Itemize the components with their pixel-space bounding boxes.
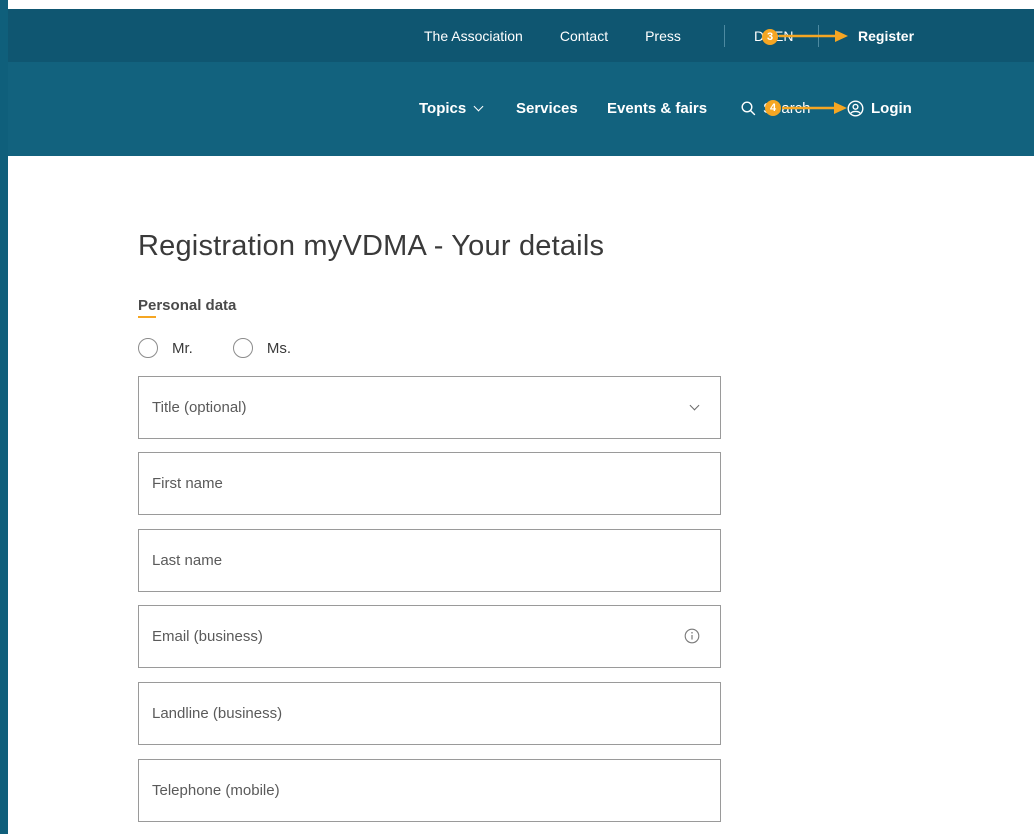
nav-link-contact[interactable]: Contact [560, 28, 608, 44]
annotation-marker-4: 4 [765, 100, 781, 116]
info-icon[interactable] [684, 628, 700, 649]
nav-events-label: Events & fairs [607, 100, 708, 117]
annotation-arrow-icon [782, 102, 847, 114]
page: The Association Contact Press D EN Regis… [0, 0, 1034, 834]
user-circle-icon [847, 100, 864, 117]
radio-circle[interactable] [232, 338, 253, 358]
nav-login-label: Login [871, 100, 912, 117]
radio-label-ms: Ms. [266, 339, 292, 357]
nav-link-press[interactable]: Press [645, 28, 681, 44]
nav-link-association[interactable]: The Association [424, 28, 523, 44]
main-nav: Topics Services Events & fairs Search Lo… [8, 62, 1034, 156]
title-select-value: Title (optional) [152, 399, 247, 416]
search-icon [741, 101, 756, 116]
nav-login-button[interactable]: Login [847, 100, 912, 117]
first-name-field-wrapper [138, 452, 721, 515]
section-underline [138, 316, 156, 318]
salutation-mr-radio[interactable]: Mr. [138, 338, 193, 358]
left-border [0, 0, 8, 834]
section-label-personal-data: Personal data [138, 297, 237, 314]
annotation-arrow-icon [779, 30, 848, 42]
header-utility-bar: The Association Contact Press D EN Regis… [8, 9, 1034, 62]
annotation-marker-3: 3 [762, 29, 778, 45]
nav-services-label: Services [516, 100, 578, 117]
site-header: The Association Contact Press D EN Regis… [8, 9, 1034, 156]
last-name-input[interactable] [139, 530, 720, 591]
title-select[interactable]: Title (optional) [138, 376, 721, 439]
utility-nav: The Association Contact Press [424, 9, 681, 62]
radio-circle[interactable] [138, 338, 158, 358]
register-link[interactable]: Register [858, 28, 914, 44]
salutation-radio-group: Mr. Ms. [138, 338, 331, 358]
utility-separator [724, 25, 725, 47]
first-name-input[interactable] [139, 453, 720, 514]
nav-topics-dropdown[interactable]: Topics [419, 100, 484, 117]
landline-input[interactable] [139, 683, 720, 744]
salutation-ms-radio[interactable]: Ms. [232, 338, 292, 358]
radio-label-mr: Mr. [172, 339, 193, 357]
nav-topics-label: Topics [419, 100, 467, 117]
nav-events-link[interactable]: Events & fairs [607, 100, 707, 117]
email-field-wrapper [138, 605, 721, 668]
nav-services-link[interactable]: Services [516, 100, 578, 117]
mobile-field-wrapper [138, 759, 721, 822]
email-input[interactable] [139, 606, 720, 667]
last-name-field-wrapper [138, 529, 721, 592]
mobile-input[interactable] [139, 760, 720, 821]
page-title: Registration myVDMA - Your details [138, 230, 605, 262]
chevron-down-icon [689, 400, 700, 411]
landline-field-wrapper [138, 682, 721, 745]
chevron-down-icon [473, 101, 484, 112]
